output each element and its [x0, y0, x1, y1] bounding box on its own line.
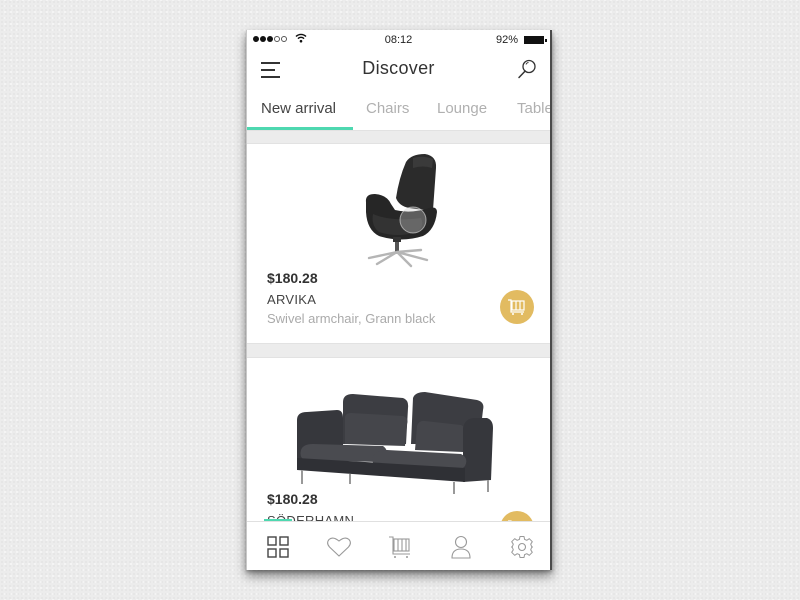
add-to-cart-button[interactable] [500, 290, 534, 324]
nav-discover[interactable] [264, 534, 292, 560]
section-divider [247, 130, 550, 144]
product-image-armchair [365, 154, 437, 268]
gear-icon [511, 536, 533, 558]
app-header: Discover [247, 50, 550, 90]
cart-icon [389, 536, 410, 558]
nav-favorites[interactable] [325, 534, 353, 560]
user-icon [451, 535, 471, 559]
tab-chairs[interactable]: Chairs [366, 100, 409, 117]
product-price: $180.28 [267, 491, 318, 507]
product-card[interactable]: $180.28 ARVIKA Swivel armchair, Grann bl… [247, 144, 550, 343]
section-divider [247, 343, 550, 358]
search-icon[interactable] [516, 58, 538, 80]
status-bar: 08:12 92% [247, 30, 550, 50]
grid-icon [267, 536, 289, 558]
tab-new-arrival[interactable]: New arrival [261, 100, 336, 117]
product-description: Swivel armchair, Grann black [267, 311, 436, 326]
phone-frame: 08:12 92% Discover New arrival Chairs Lo… [246, 30, 552, 570]
battery-icon [524, 36, 547, 44]
product-image-sofa [297, 392, 493, 494]
product-name: ARVIKA [267, 292, 317, 307]
product-price: $180.28 [267, 270, 318, 286]
cart-icon [508, 299, 525, 315]
tab-tables[interactable]: Tables [517, 100, 550, 117]
category-tabs: New arrival Chairs Lounge Tables [247, 90, 550, 130]
tab-lounge[interactable]: Lounge [437, 100, 487, 117]
nav-settings[interactable] [508, 534, 536, 560]
heart-icon [327, 537, 351, 557]
page-title: Discover [362, 58, 435, 78]
nav-profile[interactable] [447, 534, 475, 560]
bottom-navigation [247, 519, 550, 570]
battery-percent: 92% [495, 34, 518, 46]
nav-cart[interactable] [386, 534, 414, 560]
product-card[interactable]: $180.28 SÖDERHAMN [247, 358, 550, 528]
active-nav-indicator [264, 519, 292, 521]
